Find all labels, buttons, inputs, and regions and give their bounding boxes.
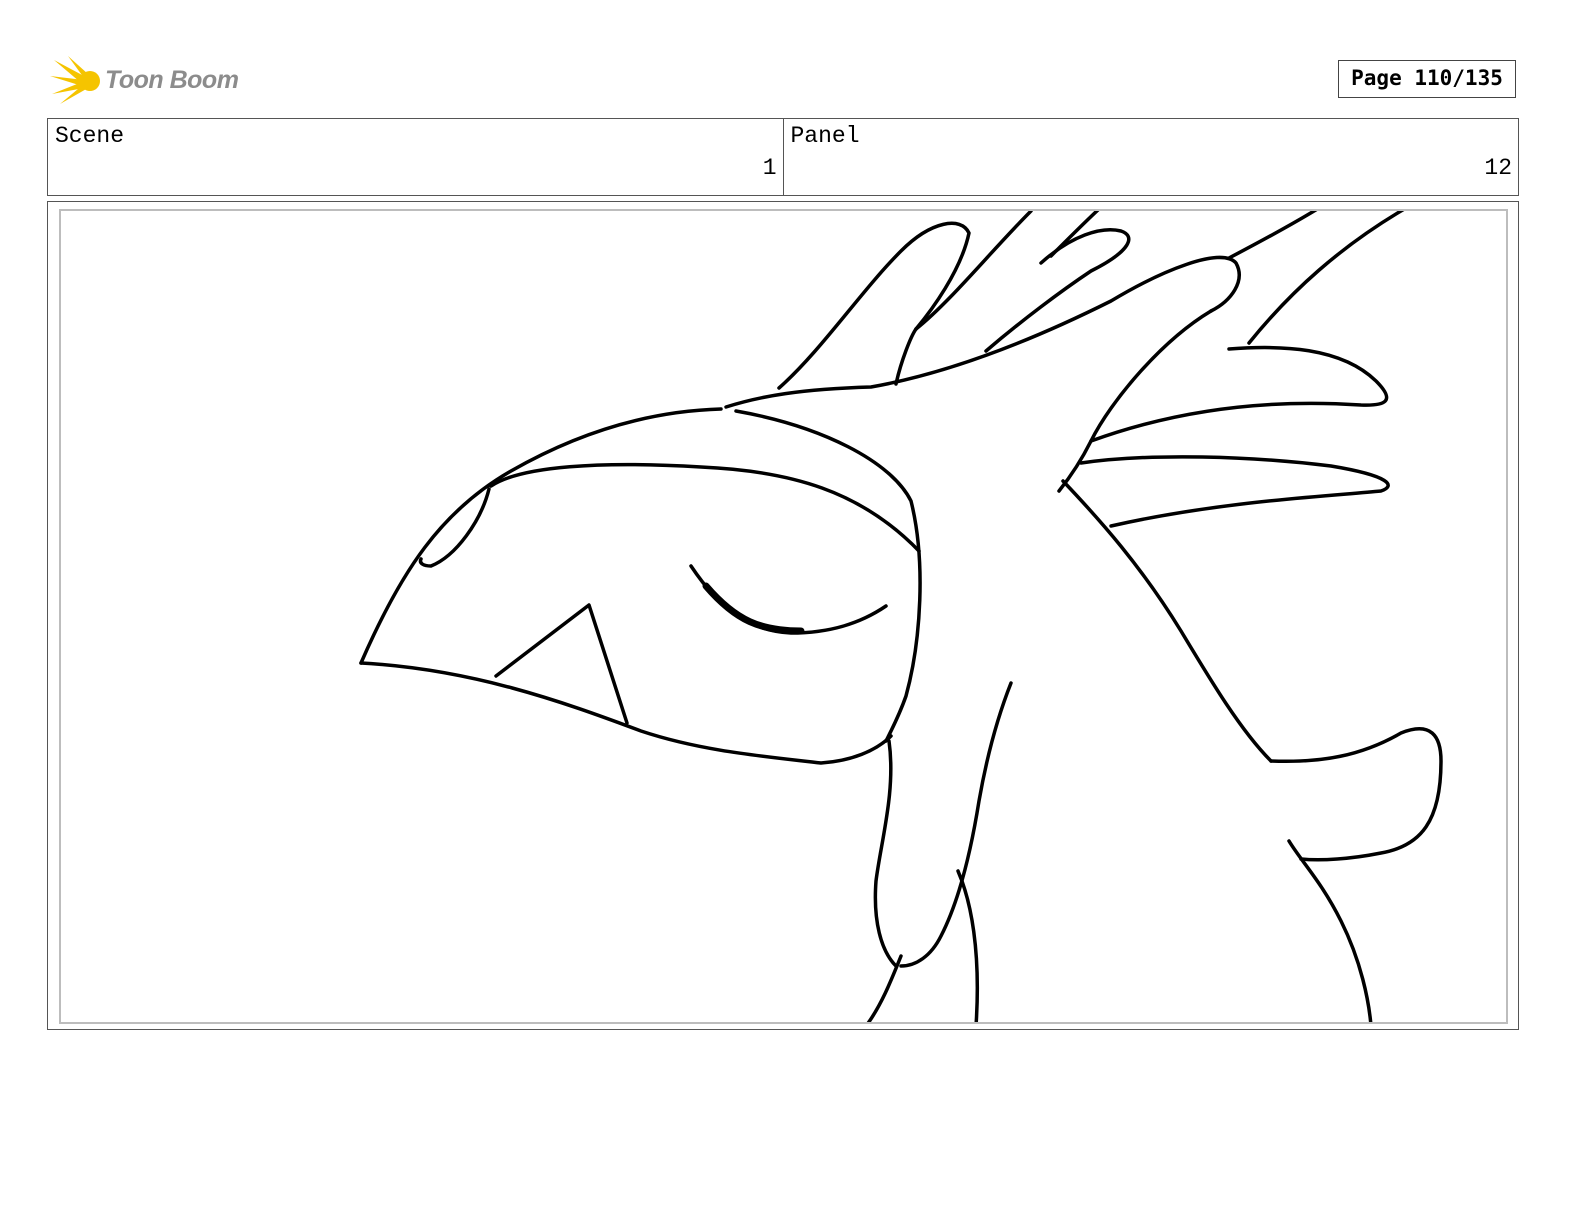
logo-text: Toon Boom [105, 66, 239, 94]
starburst-icon [50, 56, 100, 104]
scene-panel-bar: Scene 1 Panel 12 [47, 118, 1519, 196]
toon-boom-logo: Toon Boom [50, 54, 250, 108]
panel-label: Panel [790, 123, 860, 149]
storyboard-panel-frame [47, 201, 1519, 1030]
panel-cell: Panel 12 [782, 119, 1519, 195]
safe-area-frame [59, 209, 1508, 1024]
page-indicator: Page 110/135 [1338, 60, 1516, 98]
scene-label: Scene [55, 123, 125, 149]
creature-sketch-icon [359, 211, 1443, 1022]
panel-number: 12 [1484, 155, 1512, 181]
scene-number: 1 [762, 155, 777, 181]
scene-cell: Scene 1 [48, 119, 783, 195]
